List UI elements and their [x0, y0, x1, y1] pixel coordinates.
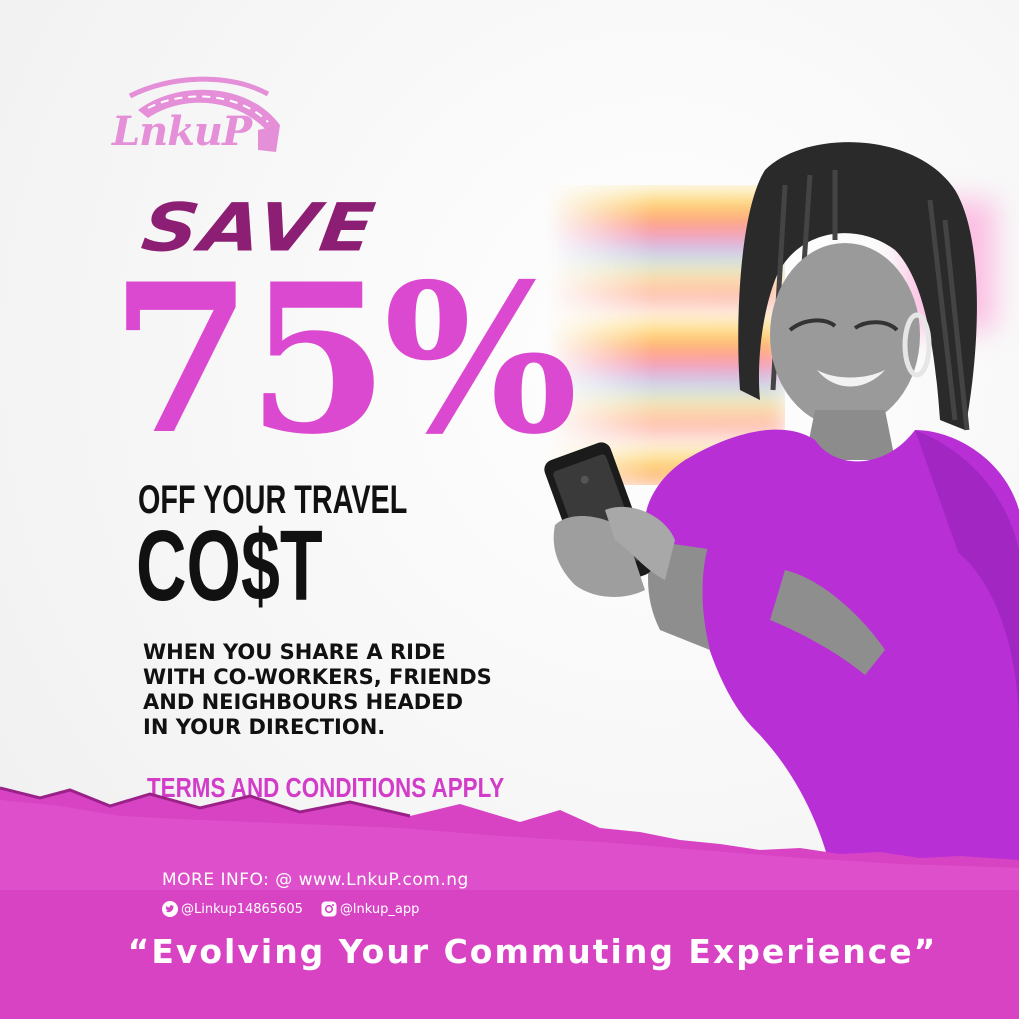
- tagline: “Evolving Your Commuting Experience”: [127, 932, 938, 971]
- torn-paper-shape: [0, 786, 1019, 1019]
- body-line: WHEN YOU SHARE A RIDE: [143, 640, 446, 664]
- footer-band: [0, 780, 1019, 1019]
- logo-wordmark: LnkuP: [112, 108, 252, 155]
- body-copy: WHEN YOU SHARE A RIDE WITH CO-WORKERS, F…: [143, 640, 563, 740]
- body-line: WITH CO-WORKERS, FRIENDS: [143, 665, 492, 689]
- body-line: AND NEIGHBOURS HEADED: [143, 690, 464, 714]
- headline-discount-percent: 75%: [110, 240, 578, 480]
- promo-poster: LnkuP SAVE 75% OFF YOUR TRAVEL CO$T WHEN…: [0, 0, 1019, 1019]
- social-handles: @Linkup14865605 @lnkup_app: [162, 899, 419, 919]
- woman-with-phone-photo: [544, 142, 1019, 890]
- headline-cost-line: CO$T: [136, 510, 323, 622]
- body-line: IN YOUR DIRECTION.: [143, 715, 386, 739]
- instagram-icon[interactable]: [321, 901, 337, 917]
- twitter-handle[interactable]: @Linkup14865605: [181, 902, 303, 917]
- instagram-handle[interactable]: @lnkup_app: [340, 902, 419, 917]
- twitter-icon[interactable]: [162, 901, 178, 917]
- more-info-website[interactable]: MORE INFO: @ www.LnkuP.com.ng: [162, 870, 469, 890]
